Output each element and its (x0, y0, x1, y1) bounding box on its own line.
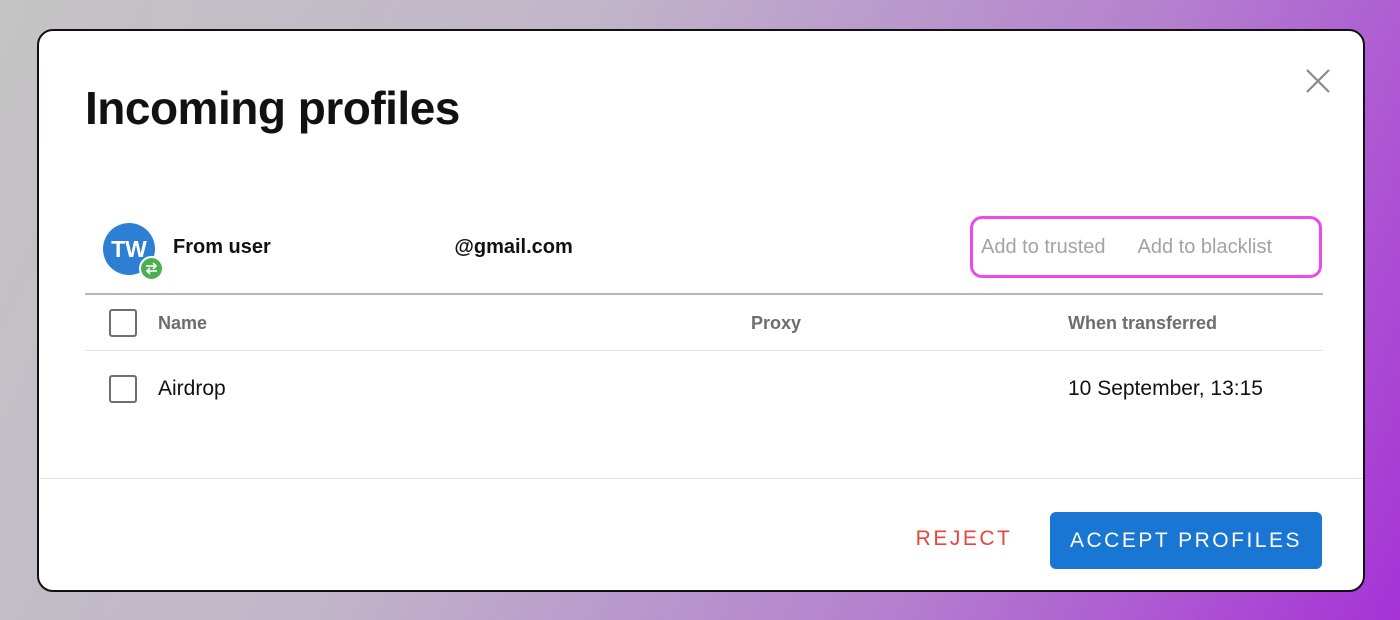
table-row[interactable]: Airdrop 10 September, 13:15 (85, 351, 1323, 429)
sender-email-suffix: @gmail.com (454, 236, 573, 258)
column-header-when-transferred[interactable]: When transferred (1068, 313, 1217, 334)
footer-divider (39, 478, 1363, 479)
close-icon[interactable] (1304, 67, 1332, 95)
dialog-title: Incoming profiles (85, 82, 460, 134)
redacted-email (276, 237, 455, 258)
profile-name: Airdrop (158, 377, 226, 400)
row-checkbox[interactable] (109, 375, 137, 403)
sender-label: From user @gmail.com (173, 236, 573, 259)
accept-profiles-button[interactable]: ACCEPT PROFILES (1050, 512, 1322, 569)
transfer-arrows-icon (139, 256, 164, 281)
sender-prefix: From user (173, 236, 277, 258)
table-header: Name Proxy When transferred (85, 295, 1323, 351)
reject-button[interactable]: REJECT (909, 513, 1019, 565)
column-header-name[interactable]: Name (158, 313, 207, 334)
incoming-profiles-dialog: Incoming profiles TW From user @gmail.co… (37, 29, 1365, 592)
avatar-initials: TW (111, 235, 147, 262)
transfer-time: 10 September, 13:15 (1068, 377, 1263, 400)
select-all-checkbox[interactable] (109, 309, 137, 337)
column-header-proxy[interactable]: Proxy (751, 313, 801, 334)
add-to-blacklist-button[interactable]: Add to blacklist (1138, 236, 1273, 259)
sender-actions-highlight: Add to trusted Add to blacklist (970, 216, 1322, 278)
add-to-trusted-button[interactable]: Add to trusted (981, 236, 1106, 259)
